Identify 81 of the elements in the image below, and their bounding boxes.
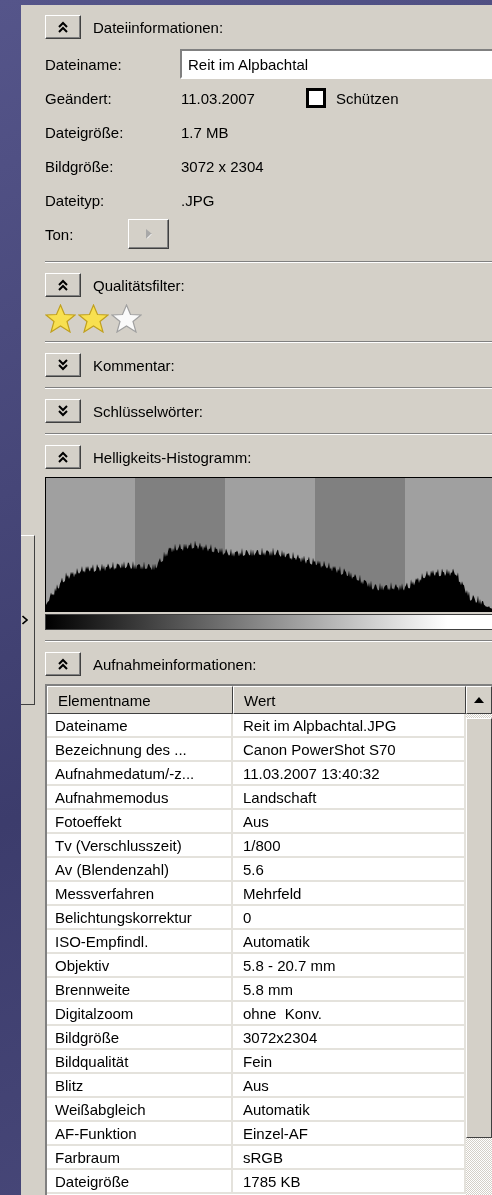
field-value: 11.03.2007: [181, 89, 256, 107]
table-cell: Av (Blendenzahl): [47, 858, 233, 882]
section-title: Aufnahmeinformationen:: [93, 655, 257, 673]
section-title: Qualitätsfilter:: [93, 276, 185, 294]
field-value: .JPG: [181, 191, 216, 209]
table-cell: Belichtungskorrektur: [47, 906, 233, 930]
section-title: Schlüsselwörter:: [93, 402, 204, 420]
double-chevron-up-icon: [57, 279, 69, 291]
filename-field[interactable]: Reit im Alpbachtal: [180, 49, 492, 79]
section-title: Dateiinformationen:: [93, 18, 224, 36]
scrollbar-thumb[interactable]: [466, 718, 492, 1138]
field-label: Geändert:: [45, 89, 113, 107]
table-cell: Landschaft: [233, 786, 466, 810]
double-chevron-up-icon: [57, 451, 69, 463]
table-cell: Weißabgleich: [47, 1098, 233, 1122]
field-label: Ton:: [45, 225, 75, 243]
protect-checkbox[interactable]: [306, 88, 326, 108]
table-cell: ohne Konv.: [233, 1002, 466, 1026]
table-cell: Brennweite: [47, 978, 233, 1002]
checkbox-label: Schützen: [336, 89, 399, 107]
table-cell: Automatik: [233, 930, 466, 954]
table-cell: Tv (Verschlusszeit): [47, 834, 233, 858]
table-cell: Fotoeffekt: [47, 810, 233, 834]
collapse-button[interactable]: [45, 15, 81, 39]
table-cell: Aufnahmedatum/-z...: [47, 762, 233, 786]
column-header[interactable]: Wert: [233, 686, 466, 714]
table-cell: Messverfahren: [47, 882, 233, 906]
table-cell: Bezeichnung des ...: [47, 738, 233, 762]
collapse-button[interactable]: [45, 445, 81, 469]
table-cell: AF-Funktion: [47, 1122, 233, 1146]
table-cell: sRGB: [233, 1146, 466, 1170]
collapse-button[interactable]: [45, 273, 81, 297]
table-cell: 0: [233, 906, 466, 930]
play-icon: [145, 229, 152, 239]
table-cell: Aus: [233, 1074, 466, 1098]
table-cell: Automatik: [233, 1098, 466, 1122]
double-chevron-down-icon: [57, 359, 69, 371]
table-cell: Bildqualität: [47, 1050, 233, 1074]
table-cell: Aus: [233, 810, 466, 834]
up-arrow-icon: [474, 697, 484, 703]
table-cell: Mehrfeld: [233, 882, 466, 906]
table-cell: 5.8 mm: [233, 978, 466, 1002]
table-cell: Digitalzoom: [47, 1002, 233, 1026]
table-cell: Aufnahmemodus: [47, 786, 233, 810]
expand-button[interactable]: [45, 399, 81, 423]
table-cell: Reit im Alpbachtal.JPG: [233, 714, 466, 738]
table-cell: 1785 KB: [233, 1170, 466, 1194]
filled-star-icon[interactable]: [78, 303, 109, 333]
field-value: 3072 x 2304: [181, 157, 265, 175]
scroll-up-button[interactable]: [466, 686, 492, 714]
double-chevron-up-icon: [57, 658, 69, 670]
expand-button[interactable]: [45, 353, 81, 377]
panel-toggle-handle[interactable]: [21, 535, 35, 705]
field-label: Dateityp:: [45, 191, 106, 209]
table-cell: Blitz: [47, 1074, 233, 1098]
field-label: Dateiname:: [45, 55, 123, 73]
table-cell: ISO-Empfindl.: [47, 930, 233, 954]
table-cell: 1/800: [233, 834, 466, 858]
section-title: Kommentar:: [93, 356, 175, 374]
table-cell: Farbraum: [47, 1146, 233, 1170]
table-cell: Bildgröße: [47, 1026, 233, 1050]
empty-star-icon[interactable]: [111, 303, 142, 333]
table-cell: 5.8 - 20.7 mm: [233, 954, 466, 978]
table-cell: Dateiname: [47, 714, 233, 738]
table-cell: Einzel-AF: [233, 1122, 466, 1146]
collapse-button[interactable]: [45, 652, 81, 676]
table-cell: Objektiv: [47, 954, 233, 978]
table-cell: Dateigröße: [47, 1170, 233, 1194]
double-chevron-up-icon: [57, 21, 69, 33]
field-value: 1.7 MB: [181, 123, 230, 141]
section-title: Helligkeits-Histogramm:: [93, 448, 252, 466]
double-chevron-down-icon: [57, 405, 69, 417]
table-cell: 11.03.2007 13:40:32: [233, 762, 466, 786]
table-cell: Fein: [233, 1050, 466, 1074]
column-header[interactable]: Elementname: [47, 686, 233, 714]
field-label: Dateigröße:: [45, 123, 125, 141]
table-cell: Canon PowerShot S70: [233, 738, 466, 762]
table-cell: 3072x2304: [233, 1026, 466, 1050]
filled-star-icon[interactable]: [45, 303, 76, 333]
table-cell: 5.6: [233, 858, 466, 882]
field-label: Bildgröße:: [45, 157, 115, 175]
